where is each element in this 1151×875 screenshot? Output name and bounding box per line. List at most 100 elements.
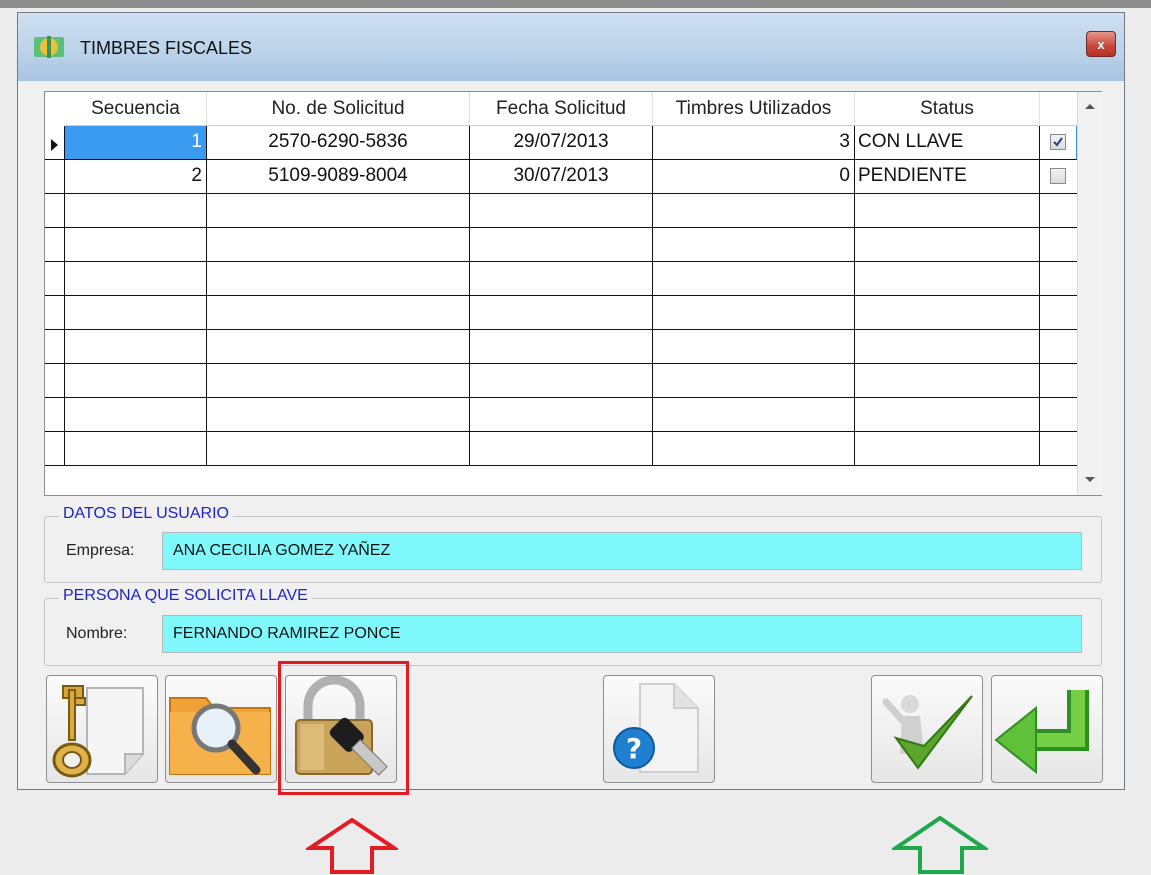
- empty-cell[interactable]: [65, 194, 207, 228]
- row-indicator[interactable]: [45, 126, 65, 160]
- empresa-field[interactable]: ANA CECILIA GOMEZ YAÑEZ: [162, 532, 1082, 570]
- column-header-fecha[interactable]: Fecha Solicitud: [470, 92, 653, 126]
- empty-cell[interactable]: [65, 364, 207, 398]
- search-folder-button[interactable]: [165, 675, 277, 783]
- column-header-status[interactable]: Status: [855, 92, 1040, 126]
- column-header-timbres[interactable]: Timbres Utilizados: [653, 92, 855, 126]
- padlock-key-highlight: [278, 661, 409, 795]
- desktop-background: [0, 0, 1151, 8]
- table-row-1-timbres[interactable]: 3: [653, 126, 855, 160]
- key-document-button[interactable]: [46, 675, 158, 783]
- empty-cell[interactable]: [470, 262, 653, 296]
- empty-cell[interactable]: [1040, 432, 1078, 466]
- empty-cell[interactable]: [653, 296, 855, 330]
- table-row-2-solicitud[interactable]: 5109-9089-8004: [207, 160, 470, 194]
- empty-cell[interactable]: [207, 398, 470, 432]
- empty-cell[interactable]: [1040, 330, 1078, 364]
- table-row-2-timbres[interactable]: 0: [653, 160, 855, 194]
- persona-solicita-group: PERSONA QUE SOLICITA LLAVE Nombre: FERNA…: [44, 587, 1102, 666]
- empty-cell[interactable]: [1040, 296, 1078, 330]
- empty-cell[interactable]: [653, 194, 855, 228]
- title-bar[interactable]: TIMBRES FISCALES x: [18, 13, 1124, 81]
- checkmark-icon: [1053, 137, 1063, 147]
- return-button[interactable]: [991, 675, 1103, 783]
- empty-cell[interactable]: [855, 228, 1040, 262]
- column-header-secuencia[interactable]: Secuencia: [65, 92, 207, 126]
- accept-button[interactable]: [871, 675, 983, 783]
- row-2-checkbox[interactable]: [1050, 168, 1066, 184]
- table-row-1-solicitud[interactable]: 2570-6290-5836: [207, 126, 470, 160]
- row-indicator[interactable]: [45, 160, 65, 194]
- empty-cell[interactable]: [855, 432, 1040, 466]
- table-row-1-status[interactable]: CON LLAVE: [855, 126, 1040, 160]
- empty-cell[interactable]: [653, 262, 855, 296]
- empty-cell[interactable]: [207, 228, 470, 262]
- empty-cell[interactable]: [855, 330, 1040, 364]
- empty-cell[interactable]: [470, 296, 653, 330]
- row-indicator[interactable]: [45, 330, 65, 364]
- row-indicator[interactable]: [45, 262, 65, 296]
- row-indicator[interactable]: [45, 398, 65, 432]
- scroll-down-arrow-icon[interactable]: [1085, 477, 1095, 482]
- empty-cell[interactable]: [855, 262, 1040, 296]
- empty-cell[interactable]: [1040, 262, 1078, 296]
- row-1-checkbox[interactable]: [1050, 134, 1066, 150]
- table-row-2-secuencia[interactable]: 2: [65, 160, 207, 194]
- empty-cell[interactable]: [653, 364, 855, 398]
- empty-cell[interactable]: [1040, 398, 1078, 432]
- table-row-1-fecha[interactable]: 29/07/2013: [470, 126, 653, 160]
- app-logo-icon: [34, 36, 64, 58]
- timbres-fiscales-window: TIMBRES FISCALES x Secuencia No. de Soli…: [17, 12, 1125, 790]
- empty-cell[interactable]: [65, 398, 207, 432]
- empty-cell[interactable]: [653, 330, 855, 364]
- empty-cell[interactable]: [855, 194, 1040, 228]
- empty-cell[interactable]: [470, 432, 653, 466]
- empty-cell[interactable]: [653, 228, 855, 262]
- empty-cell[interactable]: [1040, 194, 1078, 228]
- table-row-2-check-cell[interactable]: [1040, 160, 1078, 194]
- row-indicator[interactable]: [45, 194, 65, 228]
- column-header-solicitud[interactable]: No. de Solicitud: [207, 92, 470, 126]
- table-row-2-fecha[interactable]: 30/07/2013: [470, 160, 653, 194]
- scroll-up-arrow-icon[interactable]: [1085, 104, 1095, 109]
- empty-cell[interactable]: [207, 330, 470, 364]
- row-indicator[interactable]: [45, 432, 65, 466]
- checkmark-person-icon: [882, 695, 973, 770]
- empty-cell[interactable]: [470, 330, 653, 364]
- empty-cell[interactable]: [207, 432, 470, 466]
- empty-cell[interactable]: [653, 432, 855, 466]
- empty-cell[interactable]: [207, 296, 470, 330]
- empty-cell[interactable]: [65, 330, 207, 364]
- empty-cell[interactable]: [855, 364, 1040, 398]
- table-row-1-secuencia[interactable]: 1: [65, 126, 207, 160]
- row-indicator[interactable]: [45, 228, 65, 262]
- help-document-icon: ?: [613, 683, 699, 773]
- empty-cell[interactable]: [470, 398, 653, 432]
- row-indicator[interactable]: [45, 296, 65, 330]
- nombre-field[interactable]: FERNANDO RAMIREZ PONCE: [162, 615, 1082, 653]
- empty-cell[interactable]: [207, 262, 470, 296]
- vertical-scrollbar[interactable]: [1077, 92, 1102, 495]
- help-document-button[interactable]: ?: [603, 675, 715, 783]
- empty-cell[interactable]: [65, 296, 207, 330]
- window-title: TIMBRES FISCALES: [80, 38, 253, 58]
- empty-cell[interactable]: [65, 228, 207, 262]
- table-row-2-status[interactable]: PENDIENTE: [855, 160, 1040, 194]
- empty-cell[interactable]: [470, 194, 653, 228]
- row-indicator[interactable]: [45, 364, 65, 398]
- empty-cell[interactable]: [207, 194, 470, 228]
- empty-cell[interactable]: [470, 364, 653, 398]
- close-button[interactable]: x: [1086, 31, 1116, 57]
- empty-cell[interactable]: [855, 398, 1040, 432]
- empty-cell[interactable]: [470, 228, 653, 262]
- empty-cell[interactable]: [855, 296, 1040, 330]
- empty-cell[interactable]: [65, 432, 207, 466]
- empty-cell[interactable]: [65, 262, 207, 296]
- table-row-1-check-cell[interactable]: [1040, 126, 1078, 160]
- nombre-label: Nombre:: [66, 625, 128, 642]
- empty-cell[interactable]: [1040, 364, 1078, 398]
- empty-cell[interactable]: [207, 364, 470, 398]
- svg-text:?: ?: [626, 732, 642, 765]
- empty-cell[interactable]: [653, 398, 855, 432]
- empty-cell[interactable]: [1040, 228, 1078, 262]
